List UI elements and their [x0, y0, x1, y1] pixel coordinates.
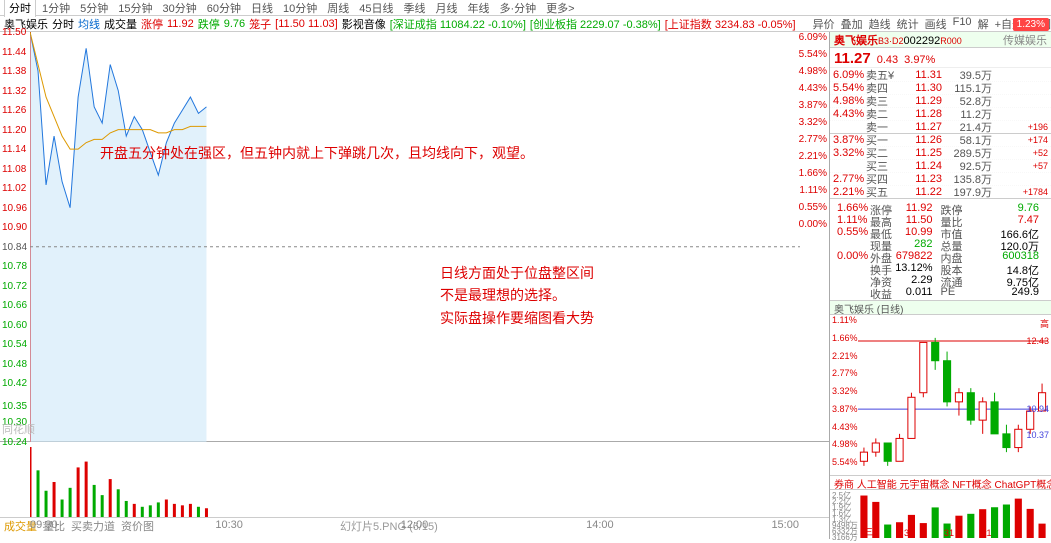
order-book: 6.09%卖五¥11.3139.5万5.54%卖四11.30115.1万4.98…: [830, 68, 1051, 200]
stock-header: 奥飞娱乐B3·D2002292R000 传媒娱乐: [830, 32, 1051, 48]
menu-item[interactable]: 解: [978, 16, 989, 32]
book-row: 3.32%买二11.25289.5万+52: [830, 147, 1051, 160]
menu-item[interactable]: 叠加: [841, 16, 863, 32]
tab-2[interactable]: 5分钟: [76, 0, 112, 17]
y-axis-left: 10.2410.3010.3510.4210.4810.5410.6010.66…: [2, 32, 32, 441]
book-row: 4.98%卖三11.2952.8万: [830, 95, 1051, 108]
tab-0[interactable]: 分时: [4, 0, 36, 17]
info-bar: 奥飞娱乐 分时 均线 成交量 涨停 11.92 跌停 9.76 笼子 [11.5…: [0, 16, 1051, 32]
sector-change-badge: 1.23%: [1013, 18, 1049, 31]
menu-item[interactable]: F10: [953, 16, 972, 32]
book-row: 卖一11.2721.4万+196: [830, 121, 1051, 134]
annotation-2: 日线方面处于位盘整区间 不是最理想的选择。 实际盘操作要缩图看大势: [440, 262, 594, 329]
book-row: 4.43%卖二11.2811.2万: [830, 108, 1051, 121]
book-row: 2.77%买四11.23135.8万: [830, 173, 1051, 186]
menu-item[interactable]: 画线: [925, 16, 947, 32]
tab-10[interactable]: 季线: [400, 0, 430, 17]
tab-8[interactable]: 周线: [323, 0, 353, 17]
book-row: 买三11.2492.5万+57: [830, 160, 1051, 173]
tab-1[interactable]: 1分钟: [38, 0, 74, 17]
volume-bars: [30, 442, 800, 517]
tab-12[interactable]: 年线: [464, 0, 494, 17]
tab-14[interactable]: 更多>: [542, 0, 578, 17]
menu-item[interactable]: 趋线: [869, 16, 891, 32]
tab-11[interactable]: 月线: [432, 0, 462, 17]
current-price: 11.27 0.43 3.97%: [830, 48, 1051, 68]
daily-chart-title: 奥飞娱乐 (日线): [830, 301, 1051, 315]
concept-tags[interactable]: 券商 人工智能 元宇宙概念 NFT概念 ChatGPT概念娱乐传媒: [830, 475, 1051, 489]
daily-chart[interactable]: 1.11%1.66%2.21%2.77%3.32%3.87%4.43%4.98%…: [830, 315, 1051, 475]
menu-item[interactable]: 统计: [897, 16, 919, 32]
book-row: 2.21%买五11.22197.9万+1784: [830, 186, 1051, 199]
tab-9[interactable]: 45日线: [355, 0, 397, 17]
tab-4[interactable]: 30分钟: [159, 0, 201, 17]
watermark: 同花顺: [2, 421, 35, 437]
book-row: 6.09%卖五¥11.3139.5万: [830, 69, 1051, 82]
volume-chart[interactable]: 09:3010:3012:0014:0015:00: [0, 442, 829, 517]
book-row: 5.54%卖四11.30115.1万: [830, 82, 1051, 95]
x-axis: 09:3010:3012:0014:0015:00: [30, 519, 799, 531]
tab-3[interactable]: 15分钟: [114, 0, 156, 17]
annotation-1: 开盘五分钟处在强区，但五钟内就上下弹跳几次，且均线向下，观望。: [100, 142, 534, 164]
price-line: [30, 32, 800, 442]
daily-volume: 2.5亿2.2亿1.9亿1.6亿1.3亿9498万6332万3166万三3131…: [830, 489, 1051, 539]
book-row: 3.87%买一11.2658.1万+174: [830, 134, 1051, 147]
tab-5[interactable]: 60分钟: [203, 0, 245, 17]
tab-6[interactable]: 日线: [247, 0, 277, 17]
intraday-chart[interactable]: 10.2410.3010.3510.4210.4810.5410.6010.66…: [0, 32, 829, 442]
tab-7[interactable]: 10分钟: [279, 0, 321, 17]
y-axis-right-pct: 6.09%5.54%4.98%4.43%3.87%3.32%2.77%2.21%…: [792, 32, 827, 441]
sector-tag[interactable]: 传媒娱乐: [1003, 32, 1047, 48]
menu-item[interactable]: 异价: [813, 16, 835, 32]
timeframe-tabs: 分时1分钟5分钟15分钟30分钟60分钟日线10分钟周线45日线季线月线年线多·…: [0, 0, 1051, 16]
stock-stats: 1.66%涨停11.92跌停9.761.11%最高11.50量比7.470.55…: [830, 200, 1051, 301]
tab-13[interactable]: 多·分钟: [496, 0, 541, 17]
